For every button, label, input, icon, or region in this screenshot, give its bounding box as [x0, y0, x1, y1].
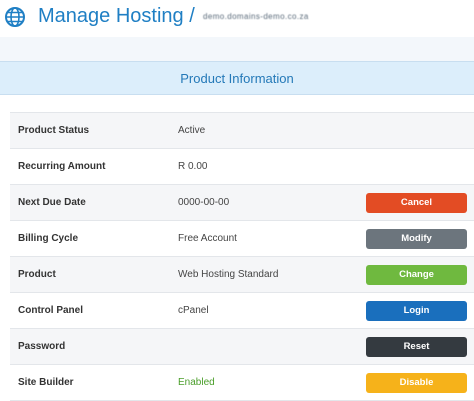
row-billing-cycle: Billing Cycle Free Account Modify: [10, 220, 474, 256]
row-value: 0000-00-00: [178, 197, 230, 208]
row-product: Product Web Hosting Standard Change: [10, 256, 474, 292]
reset-button[interactable]: Reset: [366, 336, 467, 357]
login-button[interactable]: Login: [366, 300, 467, 321]
product-information-header: Product Information: [0, 61, 474, 95]
row-control-panel: Control Panel cPanel Login: [10, 292, 474, 328]
page-title: Manage Hosting /: [38, 5, 195, 27]
row-value: Enabled: [178, 377, 215, 388]
panel-title: Product Information: [180, 70, 294, 86]
change-button[interactable]: Change: [366, 264, 467, 285]
row-label: Billing Cycle: [18, 233, 79, 244]
modify-button[interactable]: Modify: [366, 228, 467, 249]
row-product-status: Product Status Active: [10, 112, 474, 148]
row-label: Recurring Amount: [18, 161, 106, 172]
row-label: Next Due Date: [18, 197, 86, 208]
disable-button[interactable]: Disable: [366, 372, 467, 393]
top-strip: [0, 37, 474, 61]
row-value: Free Account: [178, 233, 237, 244]
row-value: Web Hosting Standard: [178, 269, 279, 280]
row-label: Control Panel: [18, 305, 84, 316]
row-recurring-amount: Recurring Amount R 0.00: [10, 148, 474, 184]
row-value: Active: [178, 125, 206, 136]
row-next-due-date: Next Due Date 0000-00-00 Cancel: [10, 184, 474, 220]
row-label: Site Builder: [18, 377, 74, 388]
row-site-builder: Site Builder Enabled Disable: [10, 364, 474, 401]
row-value: R 0.00: [178, 161, 208, 172]
cancel-button[interactable]: Cancel: [366, 192, 467, 213]
row-label: Product: [18, 269, 56, 280]
domain-name: demo.domains-demo.co.za: [203, 12, 309, 21]
row-password: Password Reset: [10, 328, 474, 364]
product-info-table: Product Status Active Recurring Amount R…: [10, 112, 474, 401]
row-label: Product Status: [18, 125, 90, 136]
row-value: cPanel: [178, 305, 209, 316]
globe-icon: [4, 6, 26, 28]
row-label: Password: [18, 341, 66, 352]
page-header: Manage Hosting / demo.domains-demo.co.za: [0, 0, 474, 34]
